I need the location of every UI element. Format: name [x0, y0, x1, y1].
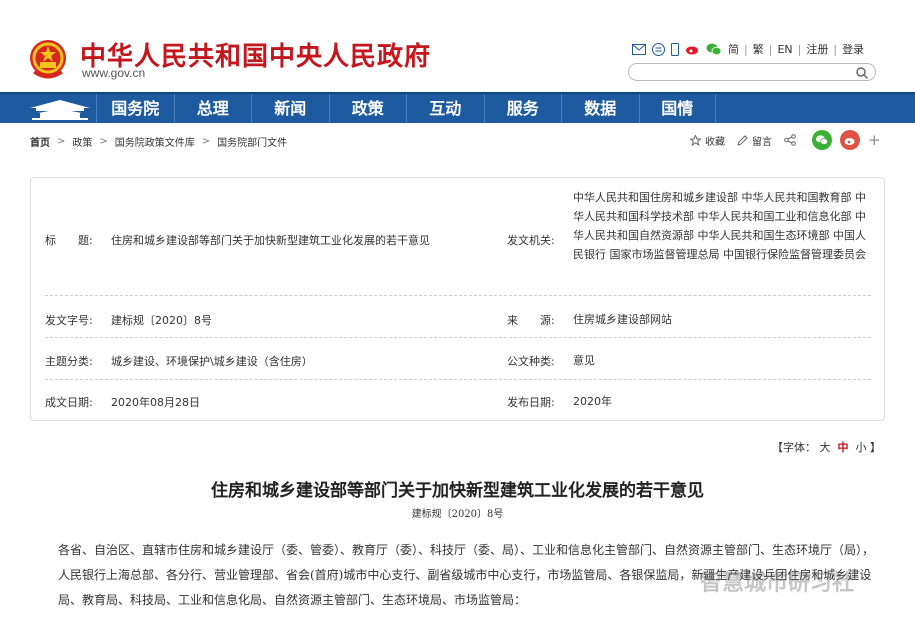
nav-item-services[interactable]: 服务: [483, 94, 562, 123]
star-icon: [690, 134, 701, 146]
nav-item-data[interactable]: 数据: [561, 94, 639, 123]
search-input[interactable]: [637, 65, 857, 79]
breadcrumb: 首页 > 政策 > 国务院政策文件库 > 国务院部门文件: [30, 134, 287, 149]
login-link[interactable]: 登录: [842, 41, 864, 57]
breadcrumb-policy[interactable]: 政策: [72, 134, 92, 149]
category-label: 主题分类:: [45, 355, 93, 368]
simplified-link[interactable]: 简: [728, 41, 739, 57]
pub-value: 2020年: [573, 395, 612, 408]
chevron-right-icon: >: [57, 136, 66, 147]
type-label: 公文种类:: [507, 355, 555, 368]
top-links: 简 | 繁 | EN | 注册 | 登录: [632, 40, 864, 58]
site-url[interactable]: www.gov.cn: [82, 66, 145, 80]
chevron-right-icon: >: [201, 136, 211, 147]
tiananmen-home-icon[interactable]: [24, 94, 96, 123]
english-link[interactable]: EN: [777, 43, 792, 56]
type-value: 意见: [573, 354, 595, 367]
date-label: 成文日期:: [45, 396, 93, 409]
nav-item-national-info[interactable]: 国情: [638, 94, 716, 123]
comment-button[interactable]: 留言: [737, 133, 772, 148]
mail-icon[interactable]: [632, 43, 646, 55]
source-value: 住房城乡建设部网站: [573, 313, 672, 326]
nav-item-news[interactable]: 新闻: [251, 94, 329, 123]
article-doc-number: 建标规〔2020〕8号: [411, 509, 504, 520]
info-row-date: 成文日期: 2020年08月28日 发布日期: 2020年: [45, 380, 871, 420]
source-label: 来 源:: [507, 314, 555, 327]
weibo-share-icon[interactable]: [840, 130, 860, 150]
search-box: [628, 63, 876, 81]
national-emblem-icon[interactable]: [28, 38, 68, 82]
issuer-value: 中华人民共和国住房和城乡建设部 中华人民共和国教育部 中华人民共和国科学技术部 …: [573, 191, 866, 261]
nav-item-premier[interactable]: 总理: [173, 94, 252, 123]
font-large-button[interactable]: 大: [820, 441, 831, 454]
info-row-title: 标 题: 住房和城乡建设部等部门关于加快新型建筑工业化发展的若干意见 发文机关:…: [45, 188, 871, 296]
register-link[interactable]: 注册: [806, 41, 828, 57]
share-icon: [784, 134, 796, 146]
nav-item-interaction[interactable]: 互动: [406, 94, 484, 123]
breadcrumb-library[interactable]: 国务院政策文件库: [115, 134, 195, 149]
page-tools: 收藏 留言 +: [690, 130, 881, 150]
chevron-right-icon: >: [99, 136, 108, 147]
document-info-panel: 标 题: 住房和城乡建设部等部门关于加快新型建筑工业化发展的若干意见 发文机关:…: [30, 177, 885, 421]
issuer-label: 发文机关:: [507, 234, 555, 247]
search-icon[interactable]: [855, 66, 869, 80]
article-title: 住房和城乡建设部等部门关于加快新型建筑工业化发展的若干意见: [211, 481, 704, 501]
docno-label: 发文字号:: [45, 314, 93, 327]
traditional-link[interactable]: 繁: [753, 41, 764, 57]
font-size-switcher: 【字体： 大 中 小 】: [772, 441, 881, 454]
wechat-icon[interactable]: [706, 43, 722, 56]
title-value: 住房和城乡建设部等部门关于加快新型建筑工业化发展的若干意见: [111, 234, 430, 247]
favorite-button[interactable]: 收藏: [690, 133, 725, 148]
watermark: 智慧城市研习社: [700, 571, 855, 596]
title-label: 标 题:: [45, 234, 93, 247]
wechat-share-icon[interactable]: [812, 130, 832, 150]
rss-icon[interactable]: [652, 42, 665, 56]
site-header: 中华人民共和国中央人民政府 www.gov.cn 简 | 繁 | EN | 注册…: [0, 0, 915, 92]
breadcrumb-dept-docs[interactable]: 国务院部门文件: [217, 134, 287, 149]
docno-value: 建标规〔2020〕8号: [111, 314, 212, 327]
font-medium-button[interactable]: 中: [838, 441, 849, 454]
info-row-category: 主题分类: 城乡建设、环境保护\城乡建设（含住房） 公文种类: 意见: [45, 338, 871, 380]
info-row-docno: 发文字号: 建标规〔2020〕8号 来 源: 住房城乡建设部网站: [45, 296, 871, 338]
pub-label: 发布日期:: [507, 396, 555, 409]
category-value: 城乡建设、环境保护\城乡建设（含住房）: [111, 355, 313, 368]
plus-icon[interactable]: +: [868, 131, 881, 149]
nav-item-state-council[interactable]: 国务院: [96, 94, 174, 123]
font-small-button[interactable]: 小: [856, 441, 867, 454]
share-button[interactable]: [784, 134, 800, 146]
pencil-icon: [737, 134, 748, 146]
nav-item-policy[interactable]: 政策: [328, 94, 407, 123]
date-value: 2020年08月28日: [111, 396, 200, 409]
breadcrumb-home[interactable]: 首页: [30, 134, 50, 149]
weibo-icon[interactable]: [685, 43, 700, 55]
main-nav: 国务院 总理 新闻 政策 互动 服务 数据 国情: [0, 92, 915, 123]
mobile-icon[interactable]: [671, 42, 679, 56]
